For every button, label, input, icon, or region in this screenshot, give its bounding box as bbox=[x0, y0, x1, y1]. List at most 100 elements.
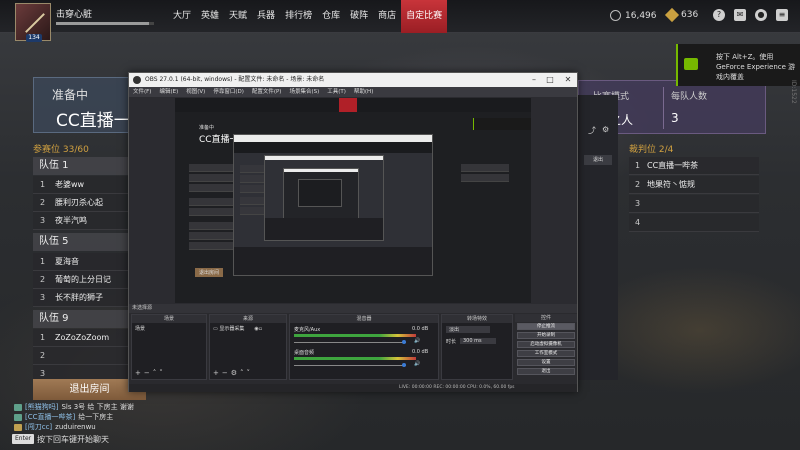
coin-amount: 16,496 bbox=[625, 10, 657, 21]
room-name: CC直播一 bbox=[56, 111, 131, 131]
player-name: 击穿心脏 bbox=[56, 10, 93, 20]
nested-title-bar bbox=[234, 135, 432, 142]
mic-volume-knob[interactable] bbox=[402, 340, 406, 344]
judge-slot[interactable]: 1 CC直播一哔茶 bbox=[629, 157, 759, 175]
nvidia-icon bbox=[684, 58, 698, 70]
lock-icon[interactable]: ▫ bbox=[259, 326, 262, 332]
chat-sender[interactable]: [熊猫狗吗] bbox=[25, 402, 58, 412]
slot-player-name: 葡萄的上分日记 bbox=[55, 275, 111, 284]
obs-logo-icon bbox=[133, 76, 141, 84]
side-id-text: ID:1522 bbox=[790, 80, 797, 104]
menu-view[interactable]: 视图(V) bbox=[186, 87, 205, 97]
chat-channel-icon bbox=[14, 423, 22, 431]
start-recording-button[interactable]: 开始录制 bbox=[517, 332, 575, 339]
nav-custom-match[interactable]: 自定比赛 bbox=[401, 0, 448, 33]
menu-help[interactable]: 帮助(H) bbox=[354, 87, 373, 97]
desktop-volume-knob[interactable] bbox=[402, 363, 406, 367]
add-icon[interactable]: + bbox=[135, 369, 144, 377]
judge-slot[interactable]: 4 bbox=[629, 214, 759, 232]
nested-row bbox=[461, 174, 509, 182]
user-icon[interactable]: ● bbox=[755, 9, 767, 21]
chat-text: Sls 3号 给 下房主 谢谢 bbox=[61, 403, 134, 411]
mic-volume-slider[interactable] bbox=[294, 342, 406, 343]
slot-player-name: 夜半汽鸣 bbox=[55, 216, 87, 225]
help-icon[interactable]: ? bbox=[713, 9, 725, 21]
menu-profile[interactable]: 配置文件(P) bbox=[252, 87, 282, 97]
desktop-volume-slider[interactable] bbox=[294, 365, 406, 366]
nested-obs-window-4 bbox=[298, 179, 342, 207]
stop-streaming-button[interactable]: 停止推流 bbox=[517, 323, 575, 330]
close-icon[interactable]: ✕ bbox=[561, 73, 575, 87]
nav-warehouse[interactable]: 仓库 bbox=[317, 0, 345, 33]
nav-weapons[interactable]: 兵器 bbox=[252, 0, 280, 33]
slot-player-name: 长不胖的狮子 bbox=[55, 293, 103, 302]
mic-speaker-icon[interactable]: 🔊 bbox=[414, 338, 420, 344]
slot-player-name: 夏海音 bbox=[55, 257, 79, 266]
source-item[interactable]: ▭ 显示器采集 ◉▫ bbox=[213, 325, 262, 332]
settings-button[interactable]: 设置 bbox=[517, 359, 575, 366]
nav-talents[interactable]: 天赋 bbox=[224, 0, 252, 33]
divider bbox=[663, 87, 664, 129]
gem-amount: 636 bbox=[681, 10, 699, 20]
desktop-speaker-icon[interactable]: 🔊 bbox=[414, 361, 420, 367]
down-icon[interactable]: ˅ bbox=[159, 369, 166, 377]
geforce-toast[interactable]: 按下 Alt+Z。使用 GeForce Experience 游戏内覆盖 bbox=[676, 44, 800, 86]
mail-icon[interactable]: ✉ bbox=[734, 9, 746, 21]
obs-preview[interactable]: CC直播一 准备中 退出房间 bbox=[175, 98, 531, 303]
remove-icon[interactable]: − bbox=[222, 369, 231, 377]
coin-balance: 16,496 bbox=[610, 10, 657, 21]
down-icon[interactable]: ˅ bbox=[247, 369, 254, 377]
nav-heroes[interactable]: 英雄 bbox=[196, 0, 224, 33]
room-status: 准备中 bbox=[52, 88, 89, 102]
transitions-dock: 转场特效 淡出 时长 300 ms bbox=[441, 314, 513, 380]
transition-select[interactable]: 淡出 bbox=[446, 326, 490, 333]
source-item-label: 显示器采集 bbox=[219, 326, 245, 332]
transitions-header: 转场特效 bbox=[442, 315, 512, 323]
mic-db: 0.0 dB bbox=[412, 326, 429, 332]
obs-docks: 未选择源 场景 场景 +−˄˅ 来源 ▭ 显示器采集 ◉▫ +−⚙˄˅ 混音器 麦… bbox=[129, 304, 577, 392]
remove-icon[interactable]: − bbox=[144, 369, 153, 377]
maximize-icon[interactable]: □ bbox=[543, 73, 557, 87]
nav-leaderboard[interactable]: 排行榜 bbox=[280, 0, 317, 33]
judge-slot[interactable]: 3 bbox=[629, 195, 759, 213]
obs-title-bar: OBS 27.0.1 (64-bit, windows) - 配置文件: 未命名… bbox=[129, 73, 577, 87]
nav-shop[interactable]: 商店 bbox=[373, 0, 401, 33]
duration-input[interactable]: 300 ms bbox=[460, 338, 496, 344]
menu-tools[interactable]: 工具(T) bbox=[327, 87, 346, 97]
menu-scene-collection[interactable]: 场景集合(S) bbox=[289, 87, 319, 97]
judge-name: CC直播一哔茶 bbox=[647, 161, 699, 170]
chat-input-hint[interactable]: 按下回车键开始聊天 bbox=[37, 434, 109, 445]
slot-number: 1 bbox=[40, 257, 46, 266]
chat-sender[interactable]: [闯刀cc] bbox=[25, 422, 52, 432]
chat-sender[interactable]: [CC直播一哔茶] bbox=[25, 412, 75, 422]
nested-docks bbox=[234, 247, 432, 275]
enter-key-hint: Enter bbox=[12, 434, 35, 444]
menu-icon[interactable]: ≡ bbox=[776, 9, 788, 21]
desktop-audio-db: 0.0 dB bbox=[412, 349, 429, 355]
scenes-header: 场景 bbox=[132, 315, 206, 323]
menu-edit[interactable]: 编辑(E) bbox=[159, 87, 178, 97]
start-virtual-camera-button[interactable]: 启动虚拟摄像机 bbox=[517, 341, 575, 348]
nested-obs-window-2 bbox=[264, 155, 384, 241]
settings-icon[interactable]: ⚙ bbox=[602, 125, 609, 134]
scene-item[interactable]: 场景 bbox=[135, 325, 145, 332]
top-icons: ? ✉ ● ≡ bbox=[713, 9, 788, 21]
minimize-icon[interactable]: – bbox=[527, 73, 541, 87]
nested-row bbox=[189, 184, 235, 192]
add-icon[interactable]: + bbox=[213, 369, 222, 377]
exit-button[interactable]: 退出 bbox=[517, 368, 575, 375]
slot-number: 3 bbox=[40, 293, 46, 302]
nav-lobby[interactable]: 大厅 bbox=[168, 0, 196, 33]
coin-icon bbox=[610, 10, 621, 21]
studio-mode-button[interactable]: 工作室模式 bbox=[517, 350, 575, 357]
gear-icon[interactable]: ⚙ bbox=[231, 369, 240, 377]
nested-row bbox=[189, 242, 235, 250]
menu-file[interactable]: 文件(F) bbox=[133, 87, 151, 97]
nav-breakthrough[interactable]: 破阵 bbox=[345, 0, 373, 33]
share-icon[interactable]: ⤴ bbox=[588, 125, 596, 136]
menu-docks[interactable]: 停靠窗口(D) bbox=[213, 87, 244, 97]
desktop-audio-label: 桌面音频 bbox=[294, 350, 315, 356]
judge-slot[interactable]: 2 地果符丶惦规 bbox=[629, 176, 759, 194]
background-exit-button[interactable]: 退出 bbox=[584, 155, 612, 165]
background-window: ⤴ ⚙ 退出 bbox=[578, 95, 618, 380]
